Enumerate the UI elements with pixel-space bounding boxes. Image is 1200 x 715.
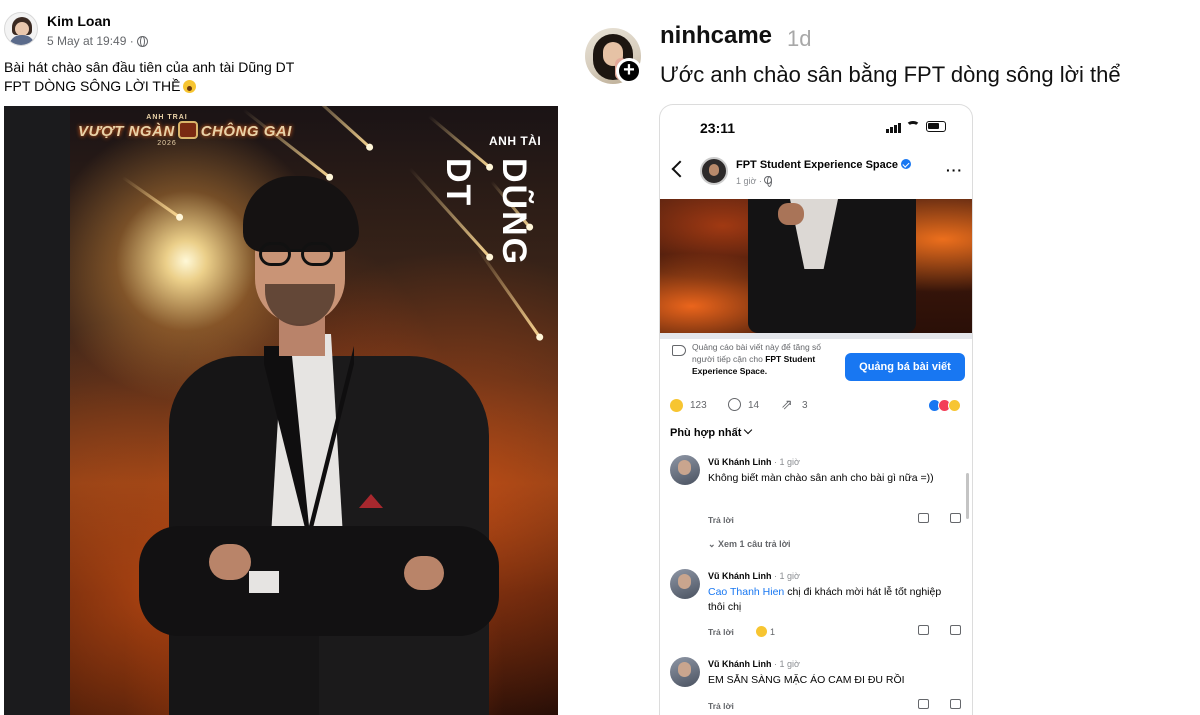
comment-avatar[interactable]: [670, 569, 700, 599]
share-count[interactable]: 3: [802, 400, 808, 411]
fb-author-avatar[interactable]: [4, 12, 38, 46]
comment-mention-link[interactable]: Cao Thanh Hien: [708, 586, 784, 598]
fb-post-meta: 5 May at 19:49 ·: [47, 34, 148, 48]
poster-image[interactable]: ANH TRAI VƯỢT NGÀN CHÔNG GAI 2026 ANH TÀI…: [4, 106, 558, 715]
dislike-icon[interactable]: [950, 699, 961, 709]
page-post-time: 1 giờ ·: [736, 176, 773, 187]
comment-sort-label: Phù hợp nhất: [670, 427, 742, 439]
verified-badge-icon: [901, 159, 911, 169]
laugh-reaction-icon: [756, 626, 767, 637]
fb-post-text: Bài hát chào sân đầu tiên của anh tài Dũ…: [4, 58, 294, 96]
back-icon[interactable]: [671, 160, 689, 178]
comment-icon[interactable]: [728, 398, 741, 411]
like-icon[interactable]: [918, 625, 929, 635]
poster-portrait: [139, 176, 499, 715]
show-logo-main-b: CHÔNG GAI: [200, 123, 292, 140]
meteor: [302, 106, 372, 149]
more-options-icon[interactable]: ···: [946, 162, 963, 178]
fb-post-text-line2: FPT DÒNG SÔNG LỜI THỀ: [4, 77, 294, 96]
dislike-icon[interactable]: [950, 625, 961, 635]
post-image-crop[interactable]: [660, 199, 972, 333]
poster-label: ANH TÀI: [489, 134, 542, 148]
astonished-face-emoji-icon: [183, 80, 197, 93]
fb-post-text-line1: Bài hát chào sân đầu tiên của anh tài Dũ…: [4, 59, 295, 75]
page-post-time-text: 1 giờ ·: [736, 176, 762, 186]
status-bar-time: 23:11: [700, 120, 736, 136]
laugh-reaction-icon[interactable]: [670, 399, 683, 412]
comment-avatar[interactable]: [670, 657, 700, 687]
comment-time: 1d: [787, 26, 812, 51]
comment-time: · 1 giờ: [774, 571, 800, 581]
boost-post-button[interactable]: Quảng bá bài viết: [845, 353, 965, 381]
plus-icon[interactable]: +: [616, 58, 642, 84]
comment-reaction[interactable]: 1: [756, 626, 775, 637]
show-logo-year: 2026: [157, 140, 177, 147]
globe-icon: [136, 35, 148, 47]
reply-button[interactable]: Trả lời: [708, 515, 734, 525]
scrollbar[interactable]: [966, 473, 969, 519]
signal-icon: [886, 123, 902, 133]
reply-button[interactable]: Trả lời: [708, 627, 734, 637]
megaphone-icon: [672, 345, 686, 356]
fb-post-text-line2-text: FPT DÒNG SÔNG LỜI THỀ: [4, 78, 181, 94]
comment-text: Không biết màn chào sân anh cho bài gì n…: [708, 472, 934, 484]
reaction-stack-icon[interactable]: [928, 399, 968, 413]
show-logo-badge-icon: [177, 121, 198, 139]
comment-author[interactable]: Vũ Khánh Linh · 1 giờ: [708, 457, 800, 467]
comment-sort-dropdown[interactable]: Phù hợp nhất: [670, 425, 753, 439]
comment-count[interactable]: 14: [748, 400, 759, 411]
page-avatar[interactable]: [700, 157, 728, 185]
show-logo-main: VƯỢT NGÀN CHÔNG GAI: [78, 121, 291, 140]
poster-artist-name: DŨNG DT: [439, 158, 533, 267]
poster-dark-strip: [4, 106, 70, 715]
comment-reaction-count: 1: [770, 627, 776, 637]
page-name-text: FPT Student Experience Space: [736, 159, 898, 171]
reply-button[interactable]: Trả lời: [708, 701, 734, 711]
view-replies-text: Xem 1 câu trả lời: [718, 539, 791, 549]
comment-text: Cao Thanh Hien chị đi khách mời hát lễ t…: [708, 585, 958, 615]
comment-avatar[interactable]: [670, 455, 700, 485]
wifi-icon: [906, 121, 920, 131]
battery-icon: [926, 121, 946, 132]
view-replies-link[interactable]: ⌄ Xem 1 câu trả lời: [708, 539, 790, 550]
dislike-icon[interactable]: [950, 513, 961, 523]
comment-time: · 1 giờ: [774, 457, 800, 467]
comment-author-name: Vũ Khánh Linh: [708, 571, 772, 581]
commenter-username[interactable]: ninhcame: [660, 22, 772, 50]
show-logo-top: ANH TRAI: [146, 114, 188, 121]
share-icon[interactable]: ⇗: [781, 397, 793, 411]
show-logo: ANH TRAI VƯỢT NGÀN CHÔNG GAI 2026: [78, 114, 291, 166]
page-name[interactable]: FPT Student Experience Space: [736, 159, 911, 171]
reaction-count[interactable]: 123: [690, 400, 707, 411]
comment-text: Ước anh chào sân bằng FPT dòng sông lời …: [660, 62, 1121, 87]
fb-post-timestamp[interactable]: 5 May at 19:49 ·: [47, 34, 134, 48]
comment-time: · 1 giờ: [774, 659, 800, 669]
like-icon[interactable]: [918, 699, 929, 709]
comment-text: EM SẴN SÀNG MẶC ÁO CAM ĐI ĐU RỒI: [708, 674, 905, 686]
fb-author-name[interactable]: Kim Loan: [47, 13, 111, 29]
like-icon[interactable]: [918, 513, 929, 523]
show-logo-main-a: VƯỢT NGÀN: [78, 123, 175, 140]
phone-screenshot: 23:11 FPT Student Experience Space 1 giờ…: [659, 104, 973, 715]
chevron-down-icon: [744, 425, 753, 435]
globe-icon: [764, 176, 773, 187]
comment-author-name: Vũ Khánh Linh: [708, 659, 772, 669]
boost-promo-text: Quảng cáo bài viết này để tăng số người …: [692, 341, 832, 377]
comment-author[interactable]: Vũ Khánh Linh · 1 giờ: [708, 659, 800, 669]
section-divider: [660, 333, 972, 339]
comment-author-name: Vũ Khánh Linh: [708, 457, 772, 467]
comment-author[interactable]: Vũ Khánh Linh · 1 giờ: [708, 571, 800, 581]
